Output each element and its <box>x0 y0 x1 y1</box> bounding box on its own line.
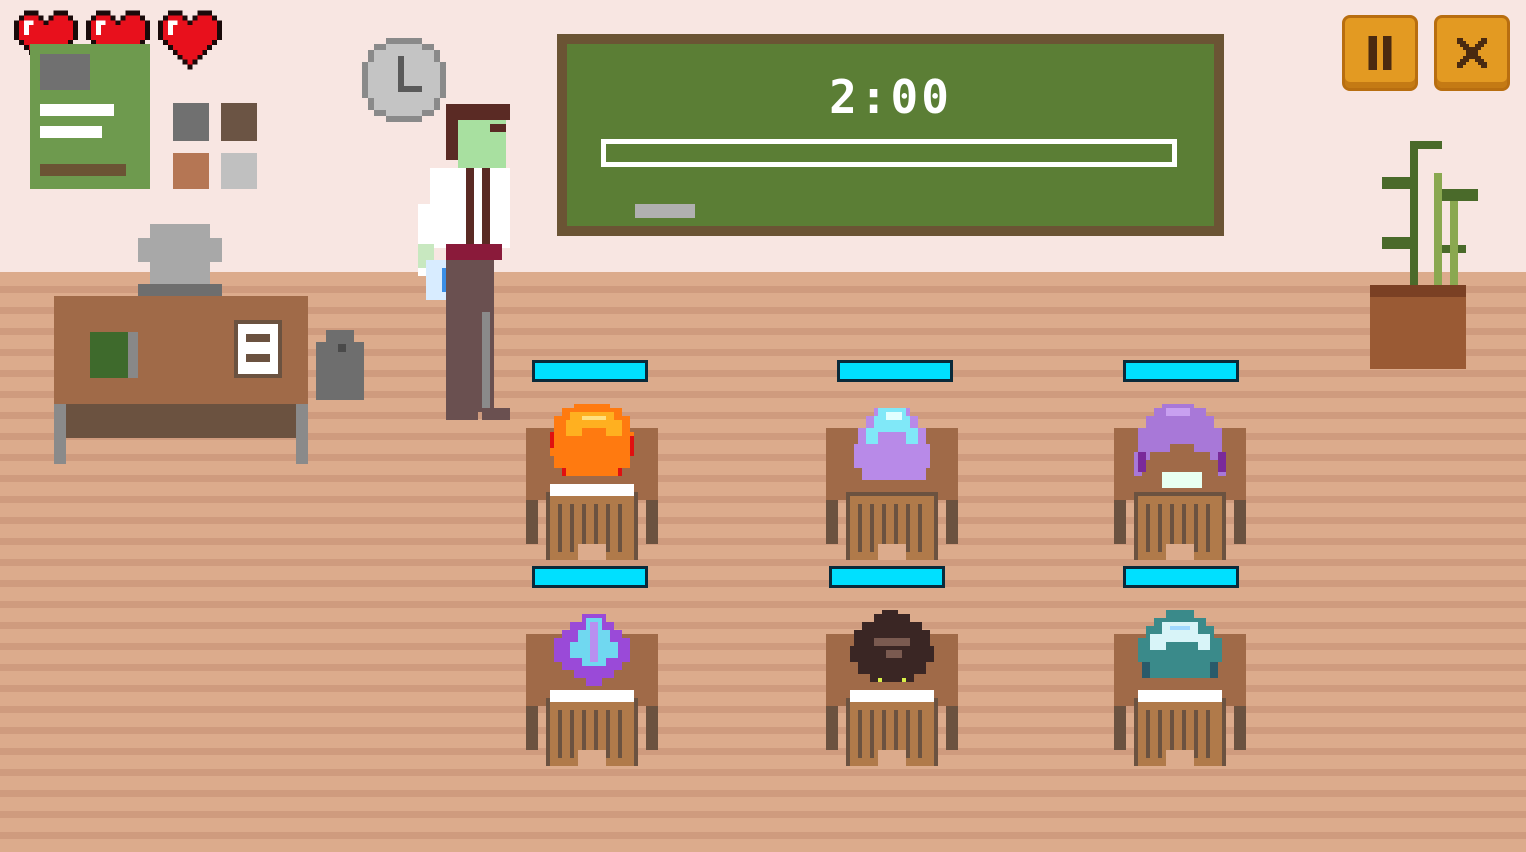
health-fill <box>840 363 950 379</box>
student-health-bar <box>1123 360 1239 382</box>
health-fill <box>832 569 942 585</box>
student-health-bar <box>1123 566 1239 588</box>
health-fill <box>535 363 645 379</box>
student-desk[interactable] <box>525 400 659 560</box>
student-desk[interactable] <box>825 400 959 560</box>
student-desk[interactable] <box>1113 400 1247 560</box>
student-desk[interactable] <box>525 606 659 766</box>
students-area <box>0 0 1526 852</box>
student-desk[interactable] <box>825 606 959 766</box>
health-fill <box>1126 569 1236 585</box>
student-health-bar <box>532 360 648 382</box>
student-health-bar <box>829 566 945 588</box>
health-fill <box>535 569 645 585</box>
health-fill <box>1126 363 1236 379</box>
student-health-bar <box>532 566 648 588</box>
student-health-bar <box>837 360 953 382</box>
student-desk[interactable] <box>1113 606 1247 766</box>
